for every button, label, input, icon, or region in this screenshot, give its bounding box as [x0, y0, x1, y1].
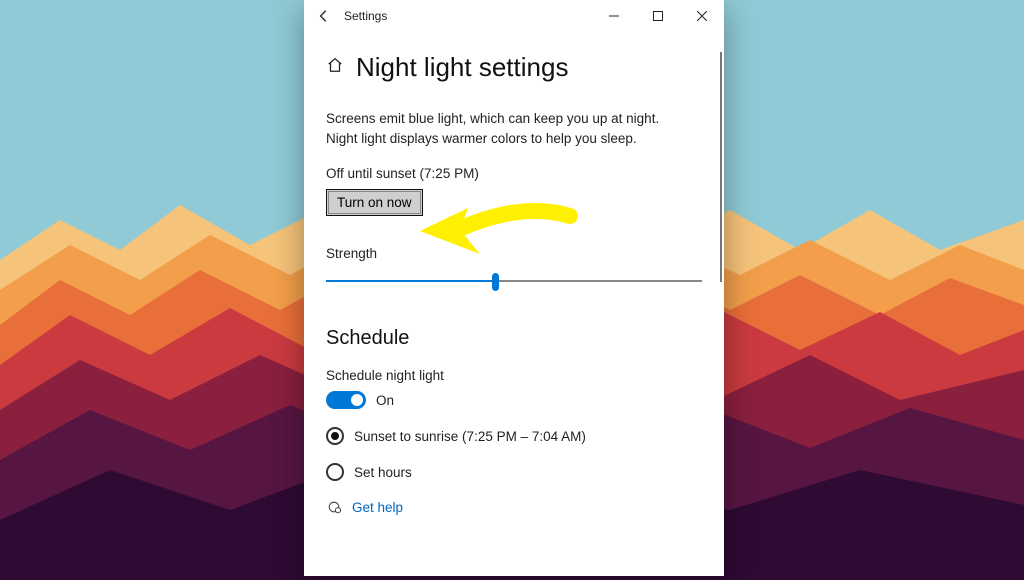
app-title: Settings — [344, 9, 387, 23]
content-area: Night light settings Screens emit blue l… — [304, 32, 724, 576]
slider-thumb[interactable] — [492, 273, 499, 291]
get-help-link[interactable]: Get help — [352, 500, 403, 515]
home-icon[interactable] — [326, 56, 344, 79]
radio-sunset-to-sunrise[interactable]: Sunset to sunrise (7:25 PM – 7:04 AM) — [326, 427, 702, 445]
back-button[interactable] — [304, 0, 344, 32]
radio-label: Set hours — [354, 465, 412, 480]
schedule-toggle-label: Schedule night light — [326, 368, 702, 383]
maximize-button[interactable] — [636, 0, 680, 32]
titlebar: Settings — [304, 0, 724, 32]
radio-icon — [326, 463, 344, 481]
scrollbar[interactable] — [720, 52, 722, 282]
page-title: Night light settings — [356, 52, 568, 83]
minimize-button[interactable] — [592, 0, 636, 32]
settings-window: Settings Night light settings Screens em… — [304, 0, 724, 576]
schedule-heading: Schedule — [326, 327, 702, 350]
turn-on-now-button[interactable]: Turn on now — [326, 189, 423, 216]
schedule-toggle[interactable] — [326, 391, 366, 409]
strength-label: Strength — [326, 246, 702, 261]
status-text: Off until sunset (7:25 PM) — [326, 166, 702, 181]
strength-slider[interactable] — [326, 271, 702, 291]
schedule-toggle-state: On — [376, 393, 394, 408]
radio-label: Sunset to sunrise (7:25 PM – 7:04 AM) — [354, 429, 586, 444]
radio-icon — [326, 427, 344, 445]
radio-set-hours[interactable]: Set hours — [326, 463, 702, 481]
help-icon — [326, 499, 342, 515]
page-description: Screens emit blue light, which can keep … — [326, 109, 686, 148]
close-button[interactable] — [680, 0, 724, 32]
